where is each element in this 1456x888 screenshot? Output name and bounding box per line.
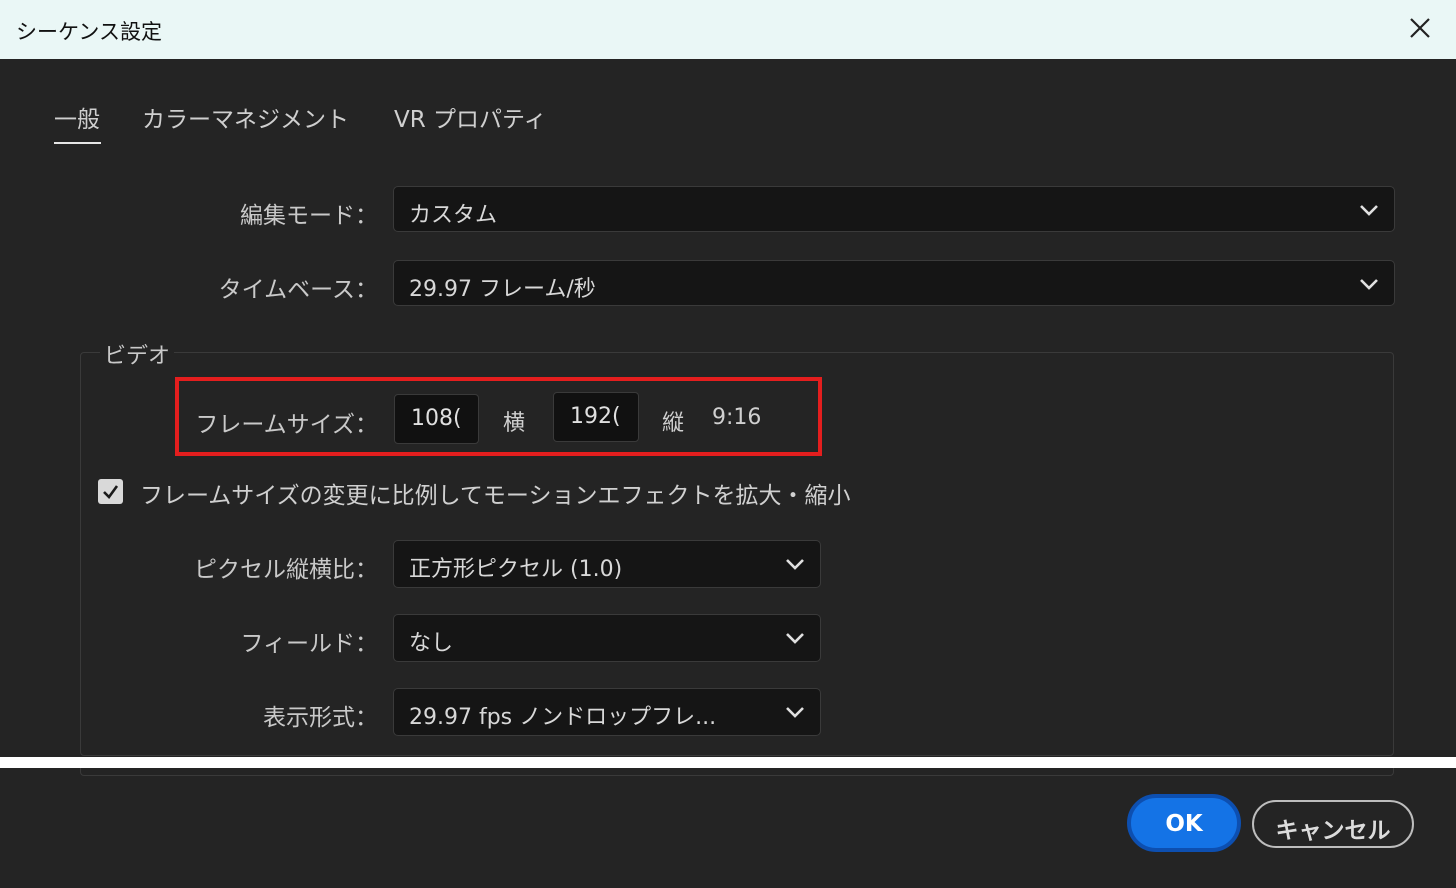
display-format-value: 29.97 fps ノンドロップフレ... [409, 705, 717, 730]
dialog-title: シーケンス設定 [16, 20, 162, 44]
frame-size-highlight [175, 377, 822, 456]
fields-value: なし [409, 631, 454, 656]
close-icon[interactable] [1406, 13, 1434, 43]
checkmark-icon [103, 485, 119, 499]
display-format-select[interactable]: 29.97 fps ノンドロップフレ... [393, 688, 821, 736]
tab-general[interactable]: 一般 [54, 100, 100, 134]
scale-motion-checkbox[interactable] [98, 479, 123, 504]
display-format-label: 表示形式： [263, 705, 378, 731]
video-group-label: ビデオ [100, 338, 175, 370]
pixel-aspect-label: ピクセル縦横比： [194, 557, 378, 583]
cancel-button-label: キャンセル [1275, 818, 1391, 844]
ok-button[interactable]: OK [1127, 794, 1241, 852]
fields-select[interactable]: なし [393, 614, 821, 662]
pixel-aspect-value: 正方形ピクセル (1.0) [409, 557, 623, 582]
chevron-down-icon [786, 559, 804, 570]
active-tab-indicator [54, 142, 101, 144]
tab-vr-properties[interactable]: VR プロパティ [394, 100, 547, 134]
cancel-button[interactable]: キャンセル [1252, 800, 1414, 848]
title-bar: シーケンス設定 [0, 0, 1456, 59]
fields-label: フィールド： [240, 631, 378, 657]
chevron-down-icon [1360, 279, 1378, 290]
divider-strip [0, 757, 1456, 768]
timebase-value: 29.97 フレーム/秒 [409, 277, 596, 302]
ok-button-label: OK [1165, 811, 1203, 837]
chevron-down-icon [1360, 205, 1378, 216]
edit-mode-select[interactable]: カスタム [393, 186, 1395, 232]
chevron-down-icon [786, 707, 804, 718]
timebase-label: タイムベース： [218, 277, 378, 303]
scale-motion-label: フレームサイズの変更に比例してモーションエフェクトを拡大・縮小 [140, 483, 851, 509]
edit-mode-value: カスタム [409, 203, 498, 228]
timebase-select[interactable]: 29.97 フレーム/秒 [393, 260, 1395, 306]
edit-mode-label: 編集モード： [240, 203, 378, 229]
pixel-aspect-select[interactable]: 正方形ピクセル (1.0) [393, 540, 821, 588]
chevron-down-icon [786, 633, 804, 644]
tab-color-management[interactable]: カラーマネジメント [142, 100, 349, 134]
